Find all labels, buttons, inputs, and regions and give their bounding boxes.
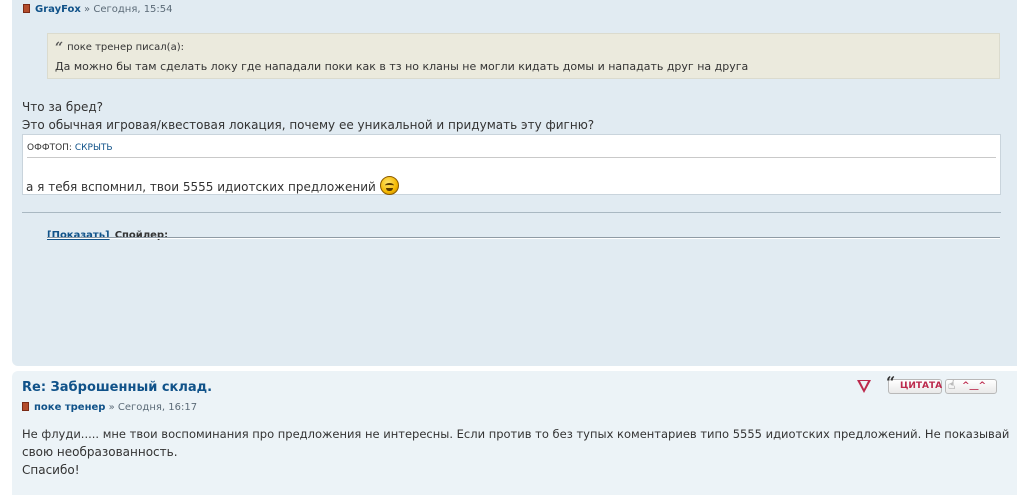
quote-block: “поке тренер писал(а): Да можно бы там с… [47, 33, 1000, 79]
message-line-1: Что за бред? [22, 100, 103, 114]
facepalm-smiley-icon [379, 176, 399, 195]
message-line-3: Спасибо! [22, 463, 80, 477]
signature-divider [22, 212, 1001, 213]
spoiler-divider [47, 237, 1000, 239]
post-author[interactable]: поке тренер [34, 402, 105, 413]
quote-mark-icon: “ [55, 40, 64, 56]
quote-header: “поке тренер писал(а): [55, 40, 184, 56]
post-actions: “ ЦИТАТА ☝ ^__^ [854, 373, 1004, 396]
message-line-2: Это обычная игровая/квестовая локация, п… [22, 118, 595, 132]
post-author-line: поке тренер » Сегодня, 16:17 [22, 402, 197, 413]
offtop-header: ОФФТОП: СКРЫТЬ [27, 143, 113, 153]
post-author-line: GrayFox » Сегодня, 15:54 [23, 4, 173, 15]
post-icon[interactable] [22, 402, 29, 411]
quote-author: поке тренер писал(а): [67, 42, 184, 53]
post-author[interactable]: GrayFox [35, 4, 81, 15]
quote-text: Да можно бы там сделать локу где нападал… [55, 60, 749, 73]
post-2: Re: Заброшенный склад. “ ЦИТАТА ☝ ^__^ пок… [12, 371, 1017, 495]
post-date: Сегодня, 15:54 [93, 4, 173, 15]
offtop-divider [27, 157, 996, 158]
report-button[interactable] [854, 378, 874, 395]
spoiler-block: [Показать] Спойлер: [47, 223, 1000, 241]
quote-mark-icon: “ [886, 373, 896, 392]
separator: » [84, 4, 91, 15]
spoiler-label: Спойлер: [114, 230, 169, 241]
thumb-up-icon: ☝ [948, 378, 956, 392]
offtop-label: ОФФТОП: [27, 143, 72, 153]
spoiler-show-button[interactable]: [Показать] [47, 230, 110, 241]
warning-triangle-inner [860, 381, 868, 389]
message-line-1: Не флуди..... мне твои воспоминания про … [22, 427, 1010, 441]
post-icon[interactable] [23, 4, 30, 13]
offtop-text-line: а я тебя вспомнил, твои 5555 идиотских п… [26, 176, 399, 195]
offtop-hide-link[interactable]: СКРЫТЬ [75, 143, 113, 153]
post-title[interactable]: Re: Заброшенный склад. [22, 380, 212, 395]
post-date: Сегодня, 16:17 [117, 402, 198, 413]
post-1: GrayFox » Сегодня, 15:54 “поке тренер пи… [12, 0, 1017, 366]
quote-button-label: ЦИТАТА [900, 381, 943, 391]
offtop-text: а я тебя вспомнил, твои 5555 идиотских п… [26, 180, 376, 194]
like-button-label: ^__^ [962, 381, 987, 391]
quote-button[interactable]: “ ЦИТАТА [886, 373, 943, 394]
like-button[interactable]: ☝ ^__^ [945, 379, 997, 394]
offtop-block: ОФФТОП: СКРЫТЬ а я тебя вспомнил, твои 5… [22, 134, 1001, 195]
message-line-2: свою необразованность. [22, 445, 178, 459]
separator: » [108, 402, 115, 413]
